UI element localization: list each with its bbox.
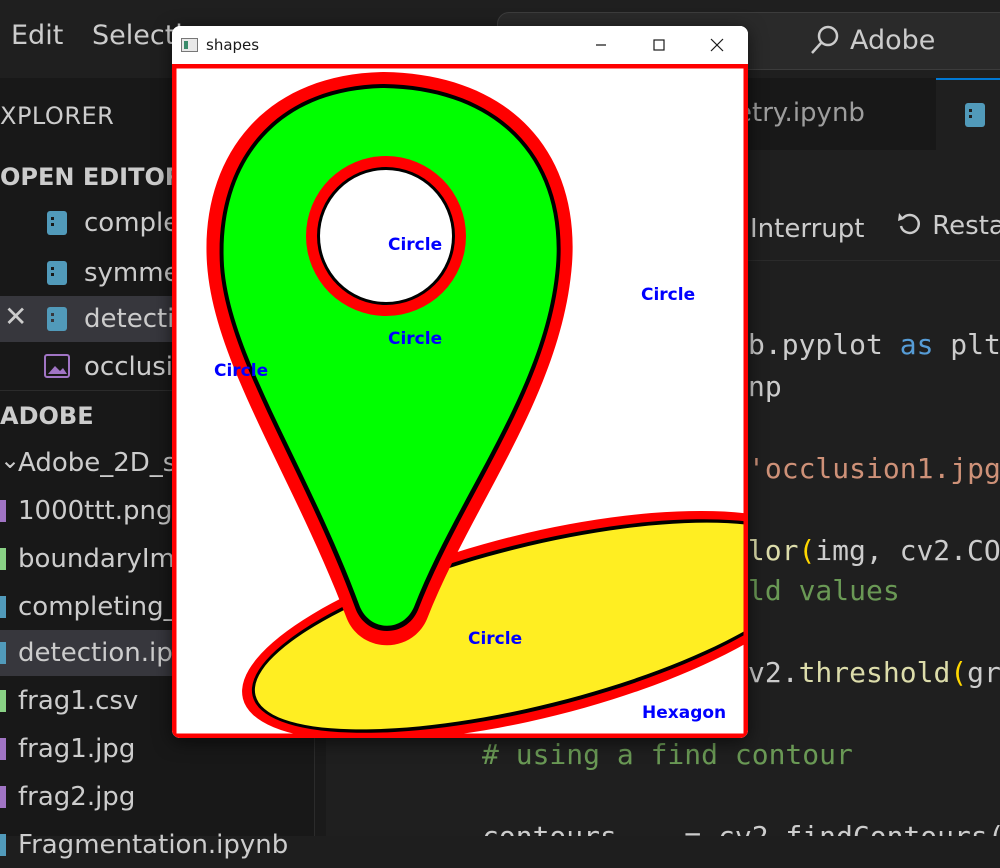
code-line: olor(img, cv2.CO — [731, 534, 1000, 567]
folder-header[interactable]: ADOBE — [0, 402, 94, 430]
file-icon — [0, 690, 6, 712]
file-item[interactable]: Fragmentation.ipynb — [0, 822, 314, 868]
file-label: frag1.jpg — [18, 734, 136, 764]
interrupt-button[interactable]: Interrupt — [750, 214, 864, 244]
open-editor-label: comple — [84, 208, 180, 238]
shape-label: Circle — [468, 629, 522, 649]
code-line: ld values — [748, 574, 900, 607]
code-line: b.pyplot as plt — [748, 328, 1000, 361]
shapes-canvas: Circle Circle Circle Circle Circle Hexag… — [172, 64, 748, 738]
search-icon — [811, 25, 839, 54]
code-line: np — [748, 370, 782, 403]
open-editor-label: symme — [84, 258, 180, 288]
code-line: contours, _ = cv2.findContours( — [482, 820, 1000, 836]
file-label: completing_ — [18, 592, 177, 622]
minimize-button[interactable] — [572, 26, 630, 64]
shape-label: Circle — [388, 329, 442, 349]
shape-label: Circle — [214, 361, 268, 381]
code-line: 'occlusion1.jpg — [748, 452, 1000, 485]
maximize-icon — [653, 39, 665, 51]
code-line: # using a find contour — [482, 738, 853, 771]
menu-edit[interactable]: Edit — [11, 20, 63, 51]
open-editors-header[interactable]: OPEN EDITORS — [0, 163, 201, 191]
notebook-icon — [0, 596, 6, 618]
close-button[interactable] — [688, 26, 746, 64]
tab-active-notebook[interactable] — [936, 78, 1000, 152]
file-icon — [0, 548, 6, 570]
explorer-title: XPLORER — [0, 102, 115, 130]
file-label: boundaryIm — [18, 544, 175, 574]
close-icon — [710, 38, 724, 52]
shape-label: Circle — [388, 235, 442, 255]
tab-label: etry.ipynb — [736, 98, 865, 128]
window-title: shapes — [206, 36, 260, 54]
folder-label: Adobe_2D_s — [18, 448, 177, 478]
shape-label: Hexagon — [642, 703, 726, 723]
menu-selection[interactable]: Selecti — [92, 20, 183, 51]
notebook-icon — [47, 211, 67, 235]
image-icon — [0, 500, 6, 522]
notebook-icon — [0, 834, 6, 856]
notebook-icon — [47, 307, 67, 331]
file-label: frag1.csv — [18, 686, 139, 716]
image-icon — [44, 354, 70, 378]
close-icon[interactable]: ✕ — [4, 300, 27, 333]
file-label: Fragmentation.ipynb — [18, 830, 289, 860]
shape-label: Circle — [641, 285, 695, 305]
window-titlebar[interactable]: shapes — [172, 26, 748, 64]
image-icon — [0, 786, 6, 808]
file-label: 1000ttt.png — [18, 496, 173, 526]
restart-icon — [898, 213, 921, 235]
file-label: frag2.jpg — [18, 782, 136, 812]
minimize-icon — [596, 44, 606, 46]
search-label: Adobe — [850, 25, 936, 56]
restart-label: Resta — [932, 211, 1000, 241]
file-item[interactable]: frag2.jpg — [0, 774, 314, 820]
shapes-window[interactable]: shapes Circle Circle Circle Circle Circl… — [172, 26, 748, 738]
maximize-button[interactable] — [630, 26, 688, 64]
tab-symmetry-notebook[interactable]: etry.ipynb — [726, 78, 936, 150]
notebook-icon — [0, 642, 6, 664]
notebook-icon — [965, 103, 985, 127]
code-line: v2.threshold(gr — [748, 656, 1000, 689]
image-icon — [0, 738, 6, 760]
notebook-icon — [47, 261, 67, 285]
app-icon — [181, 38, 198, 52]
file-label: detection.ipy — [18, 638, 189, 668]
restart-button[interactable]: Resta — [896, 210, 1000, 241]
